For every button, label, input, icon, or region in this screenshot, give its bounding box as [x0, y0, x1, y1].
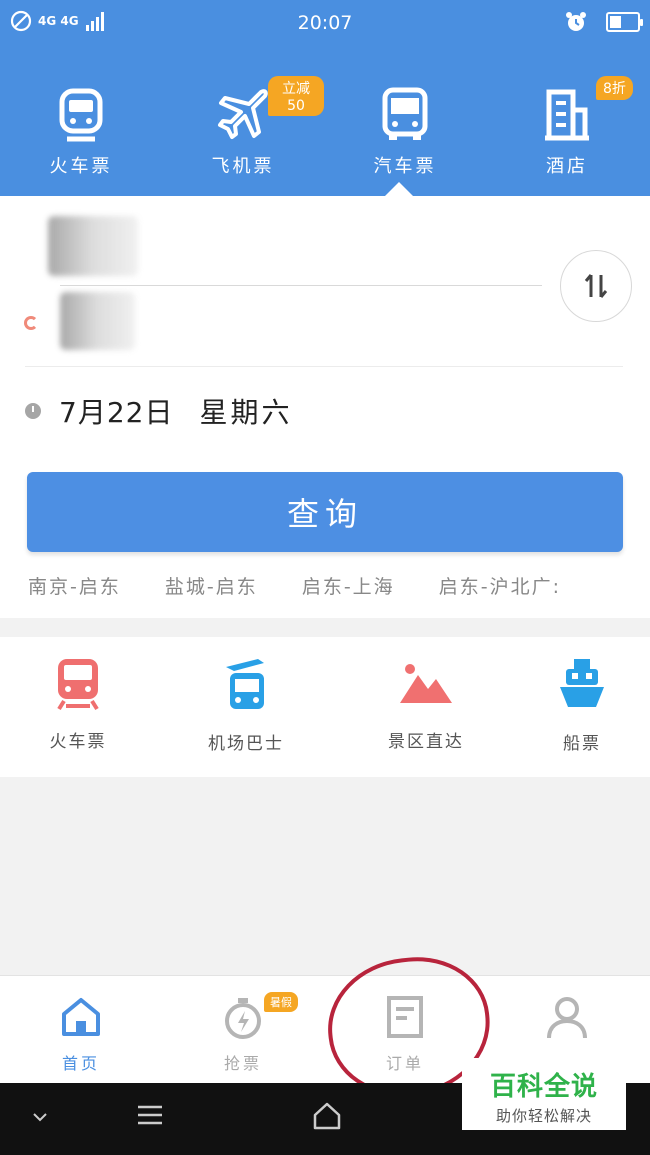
- bus-icon: [382, 87, 428, 140]
- service-train-label: 火车票: [49, 732, 107, 752]
- ship-icon: [560, 659, 604, 707]
- watermark-main: 百科全说: [489, 1072, 598, 1102]
- service-scenic[interactable]: 景区直达: [356, 657, 496, 767]
- date-divider: [25, 366, 623, 367]
- tab-flight[interactable]: 立减50 飞机票: [162, 46, 324, 196]
- nav-grab-ticket-label: 抢票: [223, 1054, 262, 1073]
- train-icon: [57, 659, 99, 711]
- stopwatch-icon: [225, 998, 261, 1039]
- tab-bus[interactable]: 汽车票: [324, 46, 486, 196]
- status-right: [564, 10, 643, 34]
- alarm-icon: [566, 12, 586, 31]
- plane-icon: [218, 89, 268, 139]
- swap-arrows-icon: [584, 274, 608, 298]
- train-icon: [59, 88, 103, 142]
- nav-grab-ticket[interactable]: 暑假 抢票: [162, 976, 324, 1084]
- home-button-icon[interactable]: [312, 1101, 342, 1131]
- airport-bus-icon: [226, 659, 264, 709]
- chevron-down-icon[interactable]: [32, 1111, 48, 1123]
- weekday-value: 星期六: [199, 396, 293, 429]
- tab-hotel-label: 酒店: [546, 156, 588, 177]
- date-value: 7月22日: [59, 396, 174, 429]
- menu-icon[interactable]: [136, 1103, 164, 1127]
- battery-icon: [606, 12, 643, 32]
- arrival-dot-icon: [24, 316, 38, 330]
- hotel-icon: [545, 89, 589, 141]
- history-item[interactable]: 南京-启东: [28, 572, 121, 599]
- service-scenic-label: 景区直达: [388, 732, 464, 752]
- history-item[interactable]: 盐城-启东: [165, 572, 258, 599]
- service-airport-bus-label: 机场巴士: [208, 734, 284, 754]
- history-item[interactable]: 启东-上海: [302, 572, 395, 599]
- watermark-sub: 助你轻松解决: [495, 1107, 592, 1125]
- nav-grab-ticket-badge: 暑假: [264, 992, 298, 1012]
- service-train[interactable]: 火车票: [8, 657, 148, 767]
- mountain-icon: [400, 664, 452, 703]
- tab-hotel-badge: 8折: [596, 76, 633, 100]
- tab-train[interactable]: 火车票: [0, 46, 162, 196]
- search-card: 7月22日 星期六 查询 南京-启东 盐城-启东 启东-上海 启东-沪北广:: [0, 196, 650, 618]
- clock-icon: [25, 403, 41, 419]
- tab-flight-badge: 立减50: [268, 76, 324, 116]
- watermark-logo: 百科全说 助你轻松解决: [462, 1058, 626, 1130]
- query-button[interactable]: 查询: [27, 472, 623, 552]
- status-bar: 4G 4G 20:07: [0, 0, 650, 46]
- active-tab-indicator: [385, 182, 413, 196]
- service-ship-label: 船票: [563, 734, 601, 754]
- clock: 20:07: [297, 12, 353, 34]
- nav-home-label: 首页: [61, 1054, 100, 1073]
- station-divider: [60, 285, 542, 286]
- order-icon: [387, 996, 423, 1038]
- tab-train-label: 火车票: [49, 156, 113, 177]
- tab-flight-label: 飞机票: [211, 156, 275, 177]
- nav-home[interactable]: 首页: [0, 976, 162, 1084]
- date-picker[interactable]: 7月22日 星期六: [25, 391, 292, 431]
- services-card: 火车票 机场巴士 景区直达 船票: [0, 637, 650, 777]
- history-item[interactable]: 启东-沪北广:: [439, 572, 561, 599]
- tab-hotel[interactable]: 8折 酒店: [486, 46, 648, 196]
- service-airport-bus[interactable]: 机场巴士: [176, 657, 316, 767]
- departure-station-redacted[interactable]: [48, 216, 138, 276]
- arrival-station-redacted[interactable]: [60, 292, 135, 350]
- search-history: 南京-启东 盐城-启东 启东-上海 启东-沪北广:: [28, 572, 624, 602]
- service-ship[interactable]: 船票: [512, 657, 650, 767]
- swap-stations-button[interactable]: [560, 250, 632, 322]
- top-category-nav: 火车票 立减50 飞机票 汽车票 8折 酒店: [0, 46, 650, 196]
- home-icon: [62, 998, 100, 1036]
- tab-bus-label: 汽车票: [373, 156, 437, 177]
- user-icon: [547, 997, 587, 1039]
